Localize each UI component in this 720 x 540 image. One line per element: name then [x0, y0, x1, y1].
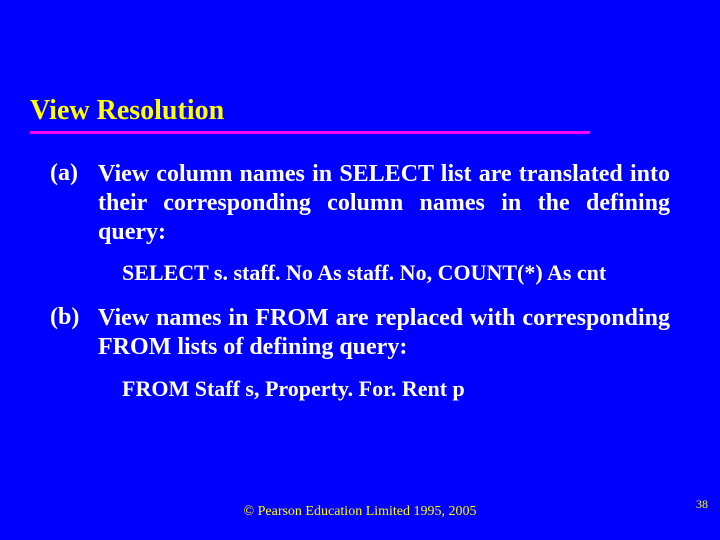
page-number: 38 — [696, 497, 708, 512]
list-item: (b) View names in FROM are replaced with… — [50, 304, 670, 402]
slide-title: View Resolution — [30, 95, 224, 129]
item-label: (a) — [50, 160, 98, 187]
list-item: (a) View column names in SELECT list are… — [50, 160, 670, 286]
title-block: View Resolution — [30, 95, 690, 134]
title-underline — [30, 131, 590, 134]
item-label: (b) — [50, 304, 98, 331]
item-code: SELECT s. staff. No As staff. No, COUNT(… — [122, 260, 670, 286]
content-area: (a) View column names in SELECT list are… — [50, 160, 670, 420]
item-code: FROM Staff s, Property. For. Rent p — [122, 376, 670, 402]
item-text: View column names in SELECT list are tra… — [98, 160, 670, 246]
footer-copyright: © Pearson Education Limited 1995, 2005 — [0, 504, 720, 520]
item-text: View names in FROM are replaced with cor… — [98, 304, 670, 362]
